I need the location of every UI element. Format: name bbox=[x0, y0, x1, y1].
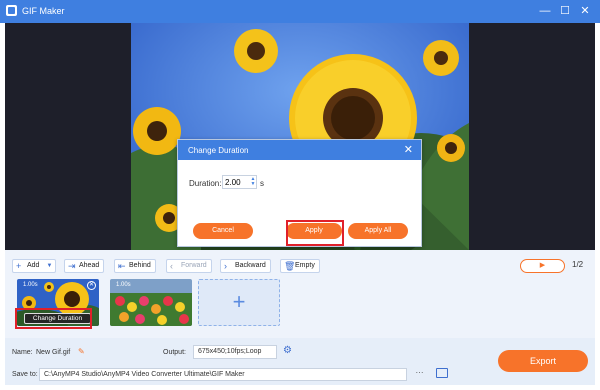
forward-label: Forward bbox=[181, 262, 207, 269]
duration-unit: s bbox=[260, 179, 264, 188]
app-logo-icon bbox=[6, 5, 17, 16]
remove-clip-icon[interactable]: ✕ bbox=[87, 281, 96, 290]
duration-label: Duration: bbox=[189, 179, 222, 188]
add-button[interactable]: + Add ▼ bbox=[12, 259, 57, 273]
ahead-icon: ⇥ bbox=[68, 261, 76, 271]
clip-thumbnail[interactable]: 1.00s bbox=[110, 279, 192, 326]
play-button[interactable]: ▶ bbox=[520, 259, 565, 273]
trash-icon: 🗑 bbox=[284, 261, 296, 271]
gear-icon[interactable]: ⚙ bbox=[283, 345, 292, 357]
browse-more-button[interactable]: ··· bbox=[410, 367, 429, 381]
edit-pencil-icon[interactable]: ✎ bbox=[78, 347, 85, 356]
behind-label: Behind bbox=[129, 262, 151, 269]
apply-all-button[interactable]: Apply All bbox=[348, 223, 408, 239]
name-label: Name: bbox=[12, 349, 33, 356]
forward-button[interactable]: ‹ Forward bbox=[166, 259, 212, 273]
plus-icon: + bbox=[16, 261, 22, 271]
add-clip-tile[interactable]: + bbox=[198, 279, 280, 326]
clip-duration: 1.00s bbox=[23, 282, 38, 288]
export-button[interactable]: Export bbox=[498, 350, 588, 372]
backward-button[interactable]: › Backward bbox=[220, 259, 271, 273]
dialog-header: Change Duration ✕ bbox=[178, 140, 421, 160]
file-name: New Gif.gif bbox=[36, 349, 71, 356]
add-label: Add bbox=[27, 262, 40, 269]
forward-icon: ‹ bbox=[170, 261, 173, 271]
output-settings-field: 675x450;10fps;Loop bbox=[193, 345, 277, 359]
minimize-button[interactable]: — bbox=[538, 4, 552, 18]
backward-label: Backward bbox=[235, 262, 266, 269]
save-to-label: Save to: bbox=[12, 371, 38, 378]
title-bar: GIF Maker — ☐ ✕ bbox=[0, 0, 600, 23]
change-duration-highlight-box bbox=[15, 308, 92, 329]
duration-spinner-icon[interactable]: ▲ ▼ bbox=[250, 177, 256, 187]
ahead-button[interactable]: ⇥ Ahead bbox=[64, 259, 105, 273]
dialog-close-icon[interactable]: ✕ bbox=[404, 143, 413, 157]
behind-icon: ⇤ bbox=[118, 261, 126, 271]
empty-label: Empty bbox=[295, 262, 315, 269]
close-button[interactable]: ✕ bbox=[578, 4, 592, 18]
window-title: GIF Maker bbox=[22, 6, 65, 16]
behind-button[interactable]: ⇤ Behind bbox=[114, 259, 156, 273]
clip-duration: 1.00s bbox=[116, 282, 131, 288]
cancel-button[interactable]: Cancel bbox=[193, 223, 253, 239]
backward-icon: › bbox=[224, 261, 227, 271]
dialog-title: Change Duration bbox=[188, 146, 249, 155]
folder-icon[interactable] bbox=[436, 368, 448, 378]
output-label: Output: bbox=[163, 349, 186, 356]
page-indicator: 1/2 bbox=[572, 260, 584, 269]
chevron-down-icon: ▼ bbox=[46, 263, 53, 269]
ahead-label: Ahead bbox=[79, 262, 100, 269]
maximize-button[interactable]: ☐ bbox=[558, 4, 572, 18]
apply-highlight-box bbox=[286, 220, 344, 246]
save-path-field[interactable]: C:\AnyMP4 Studio\AnyMP4 Video Converter … bbox=[39, 368, 407, 381]
empty-button[interactable]: 🗑 Empty bbox=[280, 259, 320, 273]
